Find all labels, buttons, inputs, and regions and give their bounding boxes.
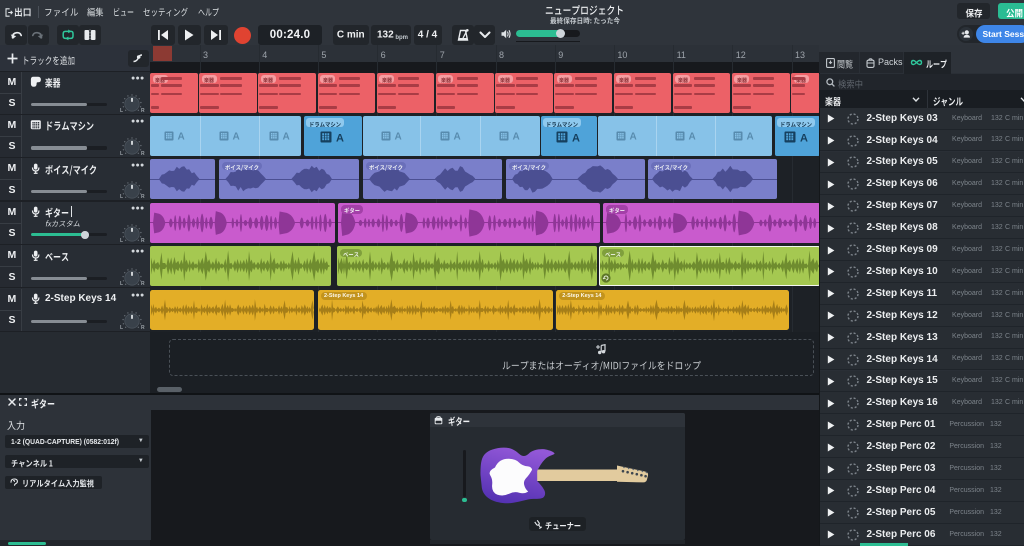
svg-text:A: A bbox=[746, 132, 753, 141]
svg-text:A: A bbox=[800, 132, 808, 143]
svg-text:A: A bbox=[232, 132, 239, 141]
svg-text:A: A bbox=[394, 132, 401, 141]
svg-text:A: A bbox=[572, 132, 580, 143]
svg-text:A: A bbox=[282, 132, 289, 141]
svg-text:A: A bbox=[688, 132, 695, 141]
svg-text:A: A bbox=[513, 132, 520, 141]
svg-text:A: A bbox=[453, 132, 460, 141]
svg-text:A: A bbox=[630, 132, 637, 141]
svg-text:A: A bbox=[178, 132, 185, 141]
svg-text:A: A bbox=[336, 132, 344, 143]
